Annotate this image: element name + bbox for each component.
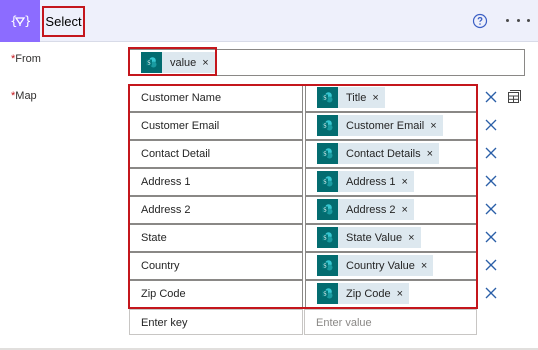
map-value-token-remove-icon[interactable]: × — [402, 176, 408, 188]
map-value-token-remove-icon[interactable]: × — [408, 232, 414, 244]
map-value-token[interactable]: S Address 2 × — [317, 199, 414, 220]
map-row: Customer Name S Title × — [129, 84, 477, 112]
svg-text:S: S — [323, 263, 326, 269]
map-key-input[interactable]: Address 2 — [129, 196, 303, 224]
sharepoint-icon: S — [317, 143, 338, 164]
map-key-input[interactable]: Country — [129, 252, 303, 280]
map-value-token-label: Address 1 — [346, 175, 396, 188]
map-key-text: State — [141, 232, 167, 244]
delete-row-icon[interactable] — [484, 146, 498, 160]
new-value-placeholder: Enter value — [316, 317, 372, 329]
sharepoint-icon: S — [317, 199, 338, 220]
delete-row-icon[interactable] — [484, 174, 498, 188]
map-value-token[interactable]: S Contact Details × — [317, 143, 440, 164]
map-new-row: Enter key Enter value — [129, 309, 477, 335]
new-key-input[interactable]: Enter key — [129, 309, 303, 335]
map-row: Contact Detail S Contact Details × — [129, 140, 477, 168]
map-key-input[interactable]: Address 1 — [129, 168, 303, 196]
svg-text:S: S — [323, 235, 326, 241]
map-value-input[interactable]: S Country Value × — [305, 252, 477, 280]
map-key-input[interactable]: Contact Detail — [129, 140, 303, 168]
sharepoint-icon: S — [317, 255, 338, 276]
map-value-token[interactable]: S Title × — [317, 87, 385, 108]
sharepoint-icon: S — [317, 227, 338, 248]
map-label: *Map — [11, 90, 37, 102]
map-key-text: Zip Code — [141, 288, 186, 300]
map-value-input[interactable]: S Address 1 × — [305, 168, 477, 196]
sharepoint-icon: S — [317, 115, 338, 136]
map-value-token[interactable]: S State Value × — [317, 227, 421, 248]
map-value-token-label: Customer Email — [346, 119, 425, 132]
map-key-input[interactable]: State — [129, 224, 303, 252]
map-value-token-label: Country Value — [346, 259, 415, 272]
sharepoint-icon: S — [317, 171, 338, 192]
action-title[interactable]: Select — [42, 6, 85, 37]
action-card-header[interactable]: { } Select — [0, 0, 538, 42]
delete-row-icon[interactable] — [484, 90, 498, 104]
map-row: State S State Value × — [129, 224, 477, 252]
delete-row-icon[interactable] — [484, 286, 498, 300]
map-key-text: Address 1 — [141, 176, 191, 188]
map-value-token-label: State Value — [346, 231, 403, 244]
delete-row-icon[interactable] — [484, 230, 498, 244]
svg-text:S: S — [323, 207, 326, 213]
sharepoint-icon: S — [317, 283, 338, 304]
map-row: Address 2 S Address 2 × — [129, 196, 477, 224]
map-key-text: Customer Email — [141, 120, 220, 132]
map-key-text: Contact Detail — [141, 148, 211, 160]
map-value-token-label: Zip Code — [346, 287, 391, 300]
map-key-input[interactable]: Customer Name — [129, 84, 303, 112]
map-key-input[interactable]: Zip Code — [129, 280, 303, 308]
map-value-token-remove-icon[interactable]: × — [430, 120, 436, 132]
map-value-token-remove-icon[interactable]: × — [427, 148, 433, 160]
map-row: Address 1 S Address 1 × — [129, 168, 477, 196]
map-value-input[interactable]: S Customer Email × — [305, 112, 477, 140]
map-value-input[interactable]: S Contact Details × — [305, 140, 477, 168]
map-value-token-label: Contact Details — [346, 147, 421, 160]
map-value-token-remove-icon[interactable]: × — [372, 92, 378, 104]
map-key-text: Customer Name — [141, 92, 222, 104]
map-key-text: Address 2 — [141, 204, 191, 216]
delete-row-icon[interactable] — [484, 202, 498, 216]
new-key-placeholder: Enter key — [141, 317, 188, 329]
map-key-input[interactable]: Customer Email — [129, 112, 303, 140]
delete-row-icon[interactable] — [484, 258, 498, 272]
from-label: *From — [11, 53, 41, 65]
map-key-text: Country — [141, 260, 180, 272]
map-value-token-label: Title — [346, 91, 367, 104]
map-value-token-remove-icon[interactable]: × — [402, 204, 408, 216]
map-value-token[interactable]: S Country Value × — [317, 255, 434, 276]
svg-text:S: S — [323, 95, 326, 101]
svg-text:{: { — [10, 14, 18, 28]
svg-text:S: S — [323, 123, 326, 129]
map-value-token[interactable]: S Address 1 × — [317, 171, 414, 192]
select-data-operation-icon: { } — [0, 0, 40, 42]
map-row: Country S Country Value × — [129, 252, 477, 280]
delete-row-icon[interactable] — [484, 118, 498, 132]
ellipsis-icon[interactable] — [506, 12, 530, 28]
map-value-token-remove-icon[interactable]: × — [397, 288, 403, 300]
help-circle-icon[interactable] — [472, 13, 488, 29]
map-row: Zip Code S Zip Code × — [129, 280, 477, 308]
svg-text:S: S — [323, 151, 326, 157]
map-value-token[interactable]: S Customer Email × — [317, 115, 443, 136]
map-row: Customer Email S Customer Email × — [129, 112, 477, 140]
svg-text:S: S — [323, 291, 326, 297]
map-value-token[interactable]: S Zip Code × — [317, 283, 410, 304]
map-value-input[interactable]: S Title × — [305, 84, 477, 112]
map-value-input[interactable]: S Zip Code × — [305, 280, 477, 308]
sharepoint-icon: S — [317, 87, 338, 108]
new-value-input[interactable]: Enter value — [304, 309, 477, 335]
action-title-text: Select — [45, 14, 82, 29]
map-value-token-remove-icon[interactable]: × — [421, 260, 427, 272]
map-value-input[interactable]: S State Value × — [305, 224, 477, 252]
map-value-token-label: Address 2 — [346, 203, 396, 216]
text-mode-icon[interactable] — [506, 89, 522, 105]
map-value-input[interactable]: S Address 2 × — [305, 196, 477, 224]
svg-text:S: S — [323, 179, 326, 185]
svg-text:}: } — [24, 14, 30, 28]
from-token-highlight — [128, 47, 217, 76]
